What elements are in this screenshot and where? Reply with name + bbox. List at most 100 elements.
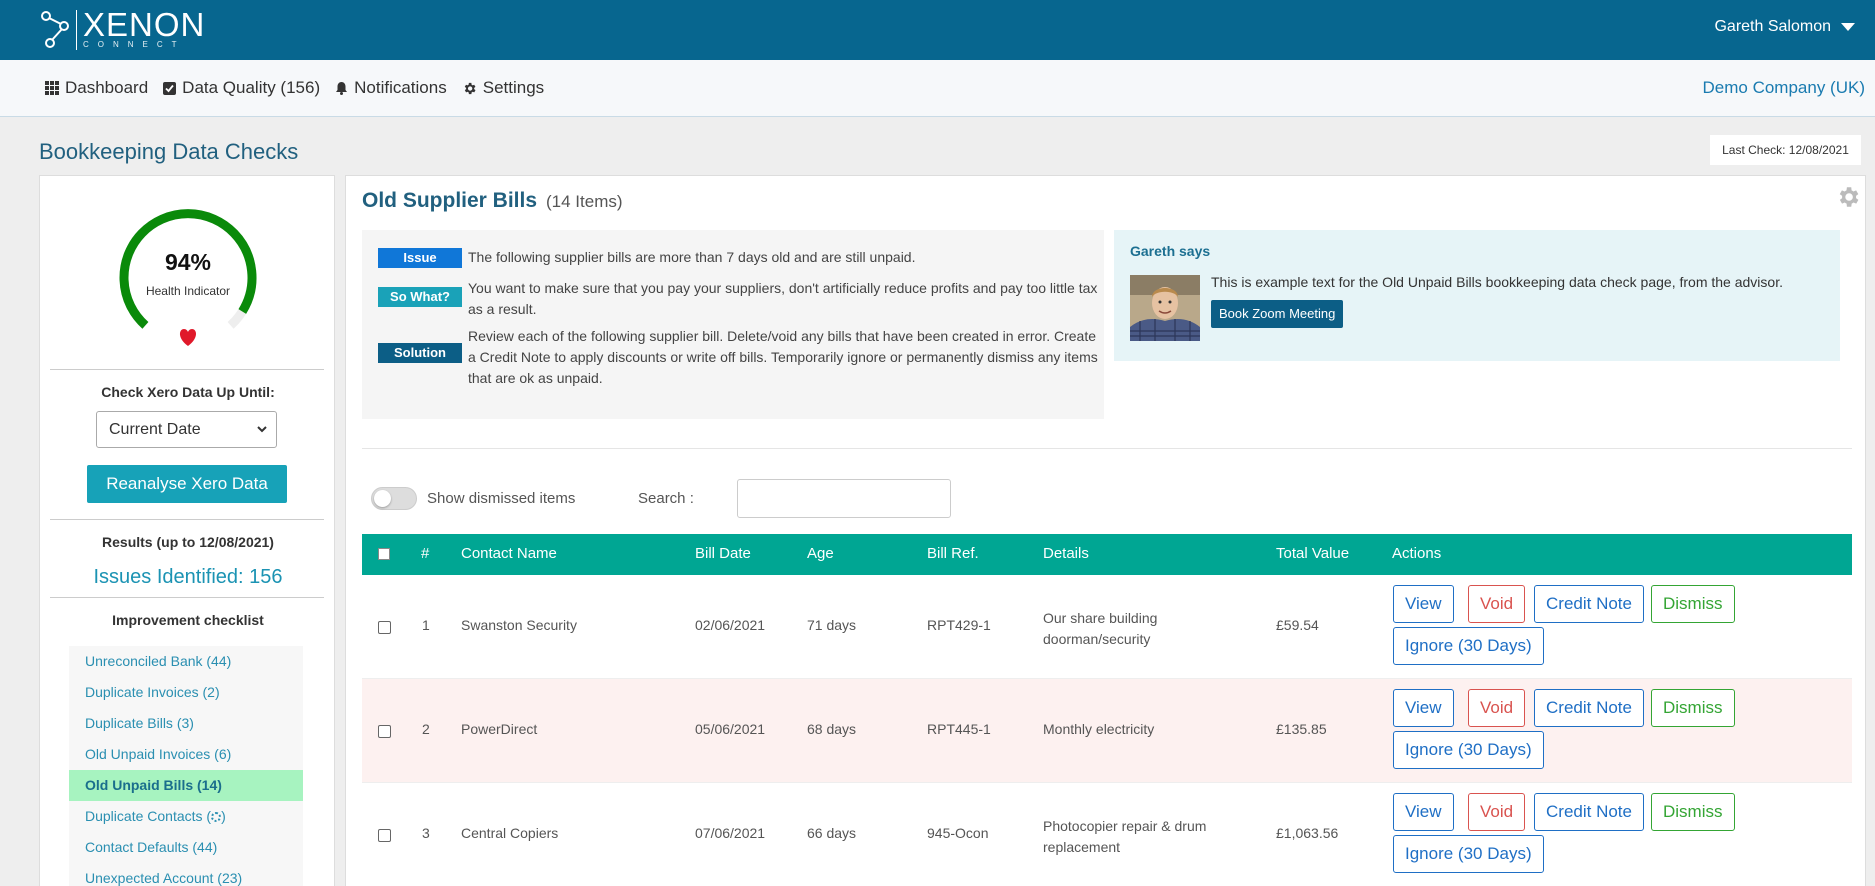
col-header-number: # — [421, 545, 430, 562]
ignore-30-days-button[interactable]: Ignore (30 Days) — [1393, 731, 1544, 769]
bill-age: 71 days — [807, 617, 857, 633]
bill-date: 07/06/2021 — [695, 825, 766, 841]
reanalyse-button[interactable]: Reanalyse Xero Data — [87, 465, 287, 503]
credit-note-button[interactable]: Credit Note — [1534, 793, 1644, 831]
network-icon — [41, 11, 69, 48]
col-header-contact[interactable]: Contact Name — [461, 545, 557, 562]
bill-date: 05/06/2021 — [695, 721, 766, 737]
col-header-bill-ref[interactable]: Bill Ref. — [927, 545, 979, 562]
row-checkbox[interactable] — [378, 829, 391, 842]
loading-spinner-icon — [211, 812, 222, 822]
divider — [50, 369, 324, 370]
so-what-text: You want to make sure that you pay your … — [468, 280, 1098, 317]
view-button[interactable]: View — [1393, 585, 1454, 623]
issue-info-box: Issue The following supplier bills are m… — [362, 230, 1104, 419]
bill-total: £59.54 — [1276, 617, 1319, 633]
ignore-30-days-button[interactable]: Ignore (30 Days) — [1393, 627, 1544, 665]
checklist-item-contact-defaults[interactable]: Contact Defaults (44) — [69, 832, 303, 863]
table-row: 2 PowerDirect 05/06/2021 68 days RPT445-… — [362, 679, 1852, 783]
view-button[interactable]: View — [1393, 689, 1454, 727]
row-checkbox[interactable] — [378, 725, 391, 738]
results-label: Results (up to 12/08/2021) — [102, 534, 274, 550]
void-button[interactable]: Void — [1468, 689, 1526, 727]
health-percent: 94% — [164, 249, 212, 275]
solution-tag: Solution — [378, 343, 462, 363]
void-button[interactable]: Void — [1468, 585, 1526, 623]
contact-name: Swanston Security — [461, 617, 577, 633]
main-panel: Old Supplier Bills (14 Items) Issue The … — [345, 175, 1866, 886]
dismiss-button[interactable]: Dismiss — [1651, 793, 1735, 831]
advisor-avatar — [1130, 275, 1200, 341]
issue-tag: Issue — [378, 248, 462, 268]
checklist-item-old-unpaid-invoices[interactable]: Old Unpaid Invoices (6) — [69, 739, 303, 770]
checklist-item-old-unpaid-bills[interactable]: Old Unpaid Bills (14) — [69, 770, 303, 801]
bill-ref: RPT445-1 — [927, 721, 991, 737]
checklist-item-unexpected-account[interactable]: Unexpected Account (23) — [69, 863, 303, 886]
show-dismissed-toggle[interactable] — [371, 487, 417, 510]
col-header-bill-date[interactable]: Bill Date — [695, 545, 751, 562]
check-date-select[interactable]: Current Date — [96, 411, 277, 448]
user-menu[interactable]: Gareth Salomon — [1714, 18, 1855, 36]
item-count: (14 Items) — [546, 192, 623, 211]
checklist-item-duplicate-invoices[interactable]: Duplicate Invoices (2) — [69, 677, 303, 708]
issue-text: The following supplier bills are more th… — [468, 249, 916, 265]
toggle-knob — [374, 490, 391, 507]
contact-name: PowerDirect — [461, 721, 538, 737]
col-header-details: Details — [1043, 545, 1089, 562]
ignore-30-days-button[interactable]: Ignore (30 Days) — [1393, 835, 1544, 873]
checklist-label: Duplicate Contacts ( — [85, 808, 212, 824]
nav-label: Settings — [482, 78, 545, 97]
checklist-item-duplicate-contacts[interactable]: Duplicate Contacts () — [69, 801, 303, 832]
advisor-box: Gareth says This is example text for the… — [1114, 230, 1840, 361]
so-what-tag: So What? — [378, 287, 462, 307]
bill-age: 68 days — [807, 721, 857, 737]
nav-item-notifications[interactable]: Notifications — [335, 78, 447, 98]
table-row: 3 Central Copiers 07/06/2021 66 days 945… — [362, 783, 1852, 886]
search-input[interactable] — [737, 479, 951, 518]
improvement-checklist: Unreconciled Bank (44) Duplicate Invoice… — [69, 646, 303, 886]
credit-note-button[interactable]: Credit Note — [1534, 689, 1644, 727]
search-label: Search : — [638, 490, 694, 507]
checklist-title: Improvement checklist — [112, 612, 264, 628]
table-header: # Contact Name Bill Date Age Bill Ref. D… — [362, 534, 1852, 575]
bill-age: 66 days — [807, 825, 857, 841]
checklist-item-duplicate-bills[interactable]: Duplicate Bills (3) — [69, 708, 303, 739]
nav-item-dashboard[interactable]: Dashboard — [45, 78, 148, 98]
company-selector[interactable]: Demo Company (UK) — [1703, 78, 1866, 98]
advisor-message: This is example text for the Old Unpaid … — [1211, 274, 1783, 290]
last-check-badge: Last Check: 12/08/2021 — [1710, 135, 1861, 165]
checkbox-icon — [163, 81, 177, 95]
gear-icon — [462, 81, 477, 96]
book-zoom-meeting-button[interactable]: Book Zoom Meeting — [1211, 300, 1344, 328]
xenon-logo[interactable]: XENON CONNECT — [40, 8, 205, 50]
dismiss-button[interactable]: Dismiss — [1651, 689, 1735, 727]
col-header-age[interactable]: Age — [807, 545, 834, 562]
top-bar: XENON CONNECT Gareth Salomon — [0, 0, 1875, 60]
settings-gear-icon[interactable] — [1835, 184, 1861, 210]
nav-item-data-quality[interactable]: Data Quality (156) — [163, 78, 320, 98]
show-dismissed-label: Show dismissed items — [427, 490, 576, 507]
solution-text: Review each of the following supplier bi… — [468, 328, 1098, 386]
bill-details: Monthly electricity — [1043, 721, 1155, 737]
nav-item-settings[interactable]: Settings — [462, 78, 544, 98]
row-checkbox[interactable] — [378, 621, 391, 634]
view-button[interactable]: View — [1393, 793, 1454, 831]
checklist-label-suffix: ) — [221, 808, 226, 824]
check-date-label: Check Xero Data Up Until: — [101, 384, 275, 400]
dismiss-button[interactable]: Dismiss — [1651, 585, 1735, 623]
nav-label: Data Quality (156) — [182, 78, 321, 97]
user-name: Gareth Salomon — [1714, 18, 1831, 35]
select-all-checkbox[interactable] — [378, 548, 390, 560]
col-header-actions: Actions — [1392, 545, 1442, 562]
divider — [362, 448, 1852, 449]
divider — [50, 519, 324, 520]
void-button[interactable]: Void — [1468, 793, 1526, 831]
health-gauge — [119, 209, 257, 346]
col-header-total-value[interactable]: Total Value — [1276, 545, 1349, 562]
bill-ref: RPT429-1 — [927, 617, 991, 633]
bill-ref: 945-Ocon — [927, 825, 989, 841]
credit-note-button[interactable]: Credit Note — [1534, 585, 1644, 623]
bill-date: 02/06/2021 — [695, 617, 766, 633]
checklist-item-unreconciled-bank[interactable]: Unreconciled Bank (44) — [69, 646, 303, 677]
bill-total: £135.85 — [1276, 721, 1327, 737]
